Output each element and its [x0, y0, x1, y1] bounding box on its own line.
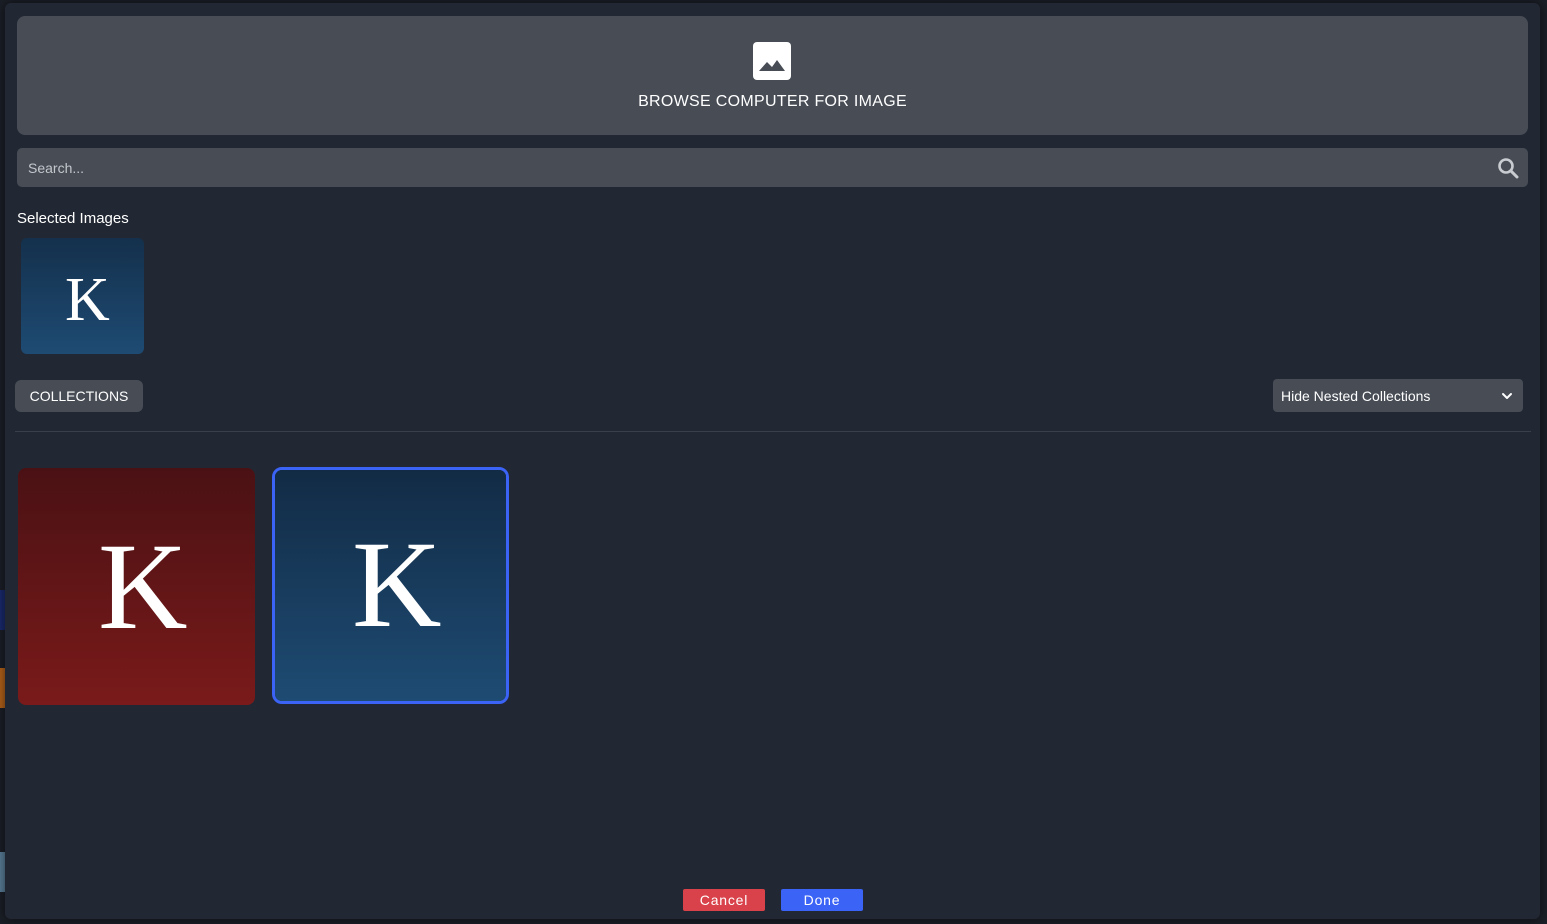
image-icon — [753, 42, 791, 80]
image-picker-modal: BROWSE COMPUTER FOR IMAGE Selected Image… — [5, 3, 1540, 919]
done-button[interactable]: Done — [781, 889, 863, 911]
browse-label: BROWSE COMPUTER FOR IMAGE — [638, 93, 907, 110]
chevron-down-icon — [1502, 393, 1512, 399]
divider — [15, 431, 1531, 432]
k-logo-letter: K — [98, 518, 188, 655]
search-bar — [17, 148, 1528, 187]
search-icon[interactable] — [1497, 157, 1519, 179]
nested-collections-value: Hide Nested Collections — [1281, 388, 1431, 404]
nested-collections-dropdown[interactable]: Hide Nested Collections — [1273, 379, 1523, 412]
k-logo-letter: K — [352, 516, 442, 653]
cancel-button[interactable]: Cancel — [683, 889, 765, 911]
collections-button[interactable]: COLLECTIONS — [15, 380, 143, 412]
search-input[interactable] — [17, 148, 1477, 187]
gallery-image-blue-k-selected[interactable]: K — [272, 467, 509, 704]
gallery-image-red-k[interactable]: K — [18, 468, 255, 705]
browse-computer-dropzone[interactable]: BROWSE COMPUTER FOR IMAGE — [17, 16, 1528, 135]
selected-image-thumbnail[interactable]: K — [21, 238, 144, 354]
selected-images-heading: Selected Images — [17, 210, 129, 227]
k-logo-letter: K — [65, 266, 110, 334]
